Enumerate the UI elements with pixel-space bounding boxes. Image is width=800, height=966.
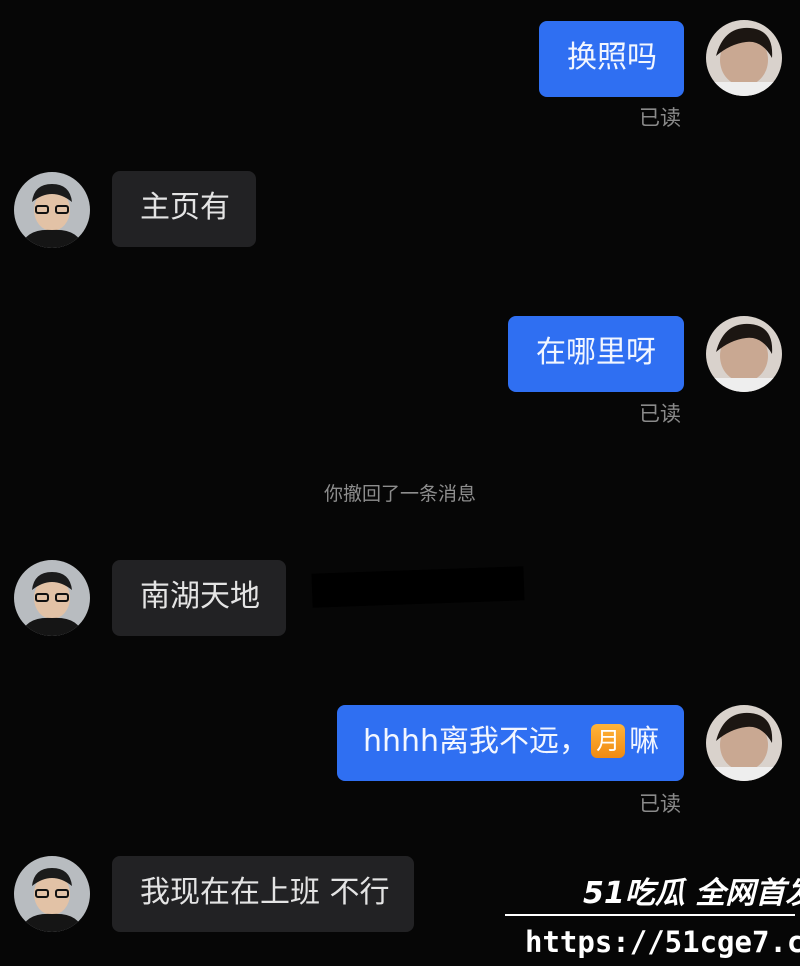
avatar-photo-icon bbox=[14, 560, 90, 636]
watermark-divider bbox=[505, 914, 795, 916]
moon-emoji-icon: 月 bbox=[591, 723, 626, 758]
chat-screen: 换照吗 已读 主页有 在哪里呀 已读 你撤回了一条消息 南湖天地 hhhh离我不… bbox=[0, 0, 800, 966]
avatar-photo-icon bbox=[706, 20, 782, 96]
message-bubble-incoming[interactable]: 主页有 bbox=[112, 171, 256, 247]
message-text: 南湖天地 bbox=[140, 579, 260, 614]
message-bubble-incoming[interactable]: 南湖天地 bbox=[112, 560, 286, 636]
watermark-url: https://51cge7.com bbox=[525, 925, 800, 959]
my-avatar[interactable] bbox=[706, 316, 782, 392]
recall-notice: 你撤回了一条消息 bbox=[323, 483, 476, 505]
avatar-photo-icon bbox=[706, 705, 782, 781]
message-bubble-outgoing[interactable]: 在哪里呀 bbox=[508, 316, 684, 392]
message-text: 换照吗 bbox=[567, 40, 657, 75]
message-text: 主页有 bbox=[140, 190, 230, 225]
message-text: 在哪里呀 bbox=[536, 335, 656, 370]
contact-avatar[interactable] bbox=[14, 856, 90, 932]
message-text: 我现在在上班 不行 bbox=[140, 875, 390, 910]
avatar-photo-icon bbox=[14, 172, 90, 248]
redaction-mark bbox=[311, 566, 525, 608]
watermark-brand: 51吃瓜 全网首发 bbox=[583, 876, 800, 911]
message-bubble-outgoing[interactable]: 换照吗 bbox=[539, 21, 684, 97]
read-status: 已读 bbox=[639, 402, 681, 426]
message-bubble-incoming[interactable]: 我现在在上班 不行 bbox=[112, 856, 414, 932]
message-bubble-outgoing[interactable]: hhhh离我不远，月嘛 bbox=[337, 705, 684, 781]
my-avatar[interactable] bbox=[706, 20, 782, 96]
read-status: 已读 bbox=[639, 106, 681, 130]
contact-avatar[interactable] bbox=[14, 172, 90, 248]
read-status: 已读 bbox=[639, 792, 681, 816]
my-avatar[interactable] bbox=[706, 705, 782, 781]
message-text: hhhh离我不远， bbox=[363, 724, 590, 759]
message-text: 嘛 bbox=[629, 724, 660, 759]
contact-avatar[interactable] bbox=[14, 560, 90, 636]
avatar-photo-icon bbox=[14, 856, 90, 932]
avatar-photo-icon bbox=[706, 316, 782, 392]
